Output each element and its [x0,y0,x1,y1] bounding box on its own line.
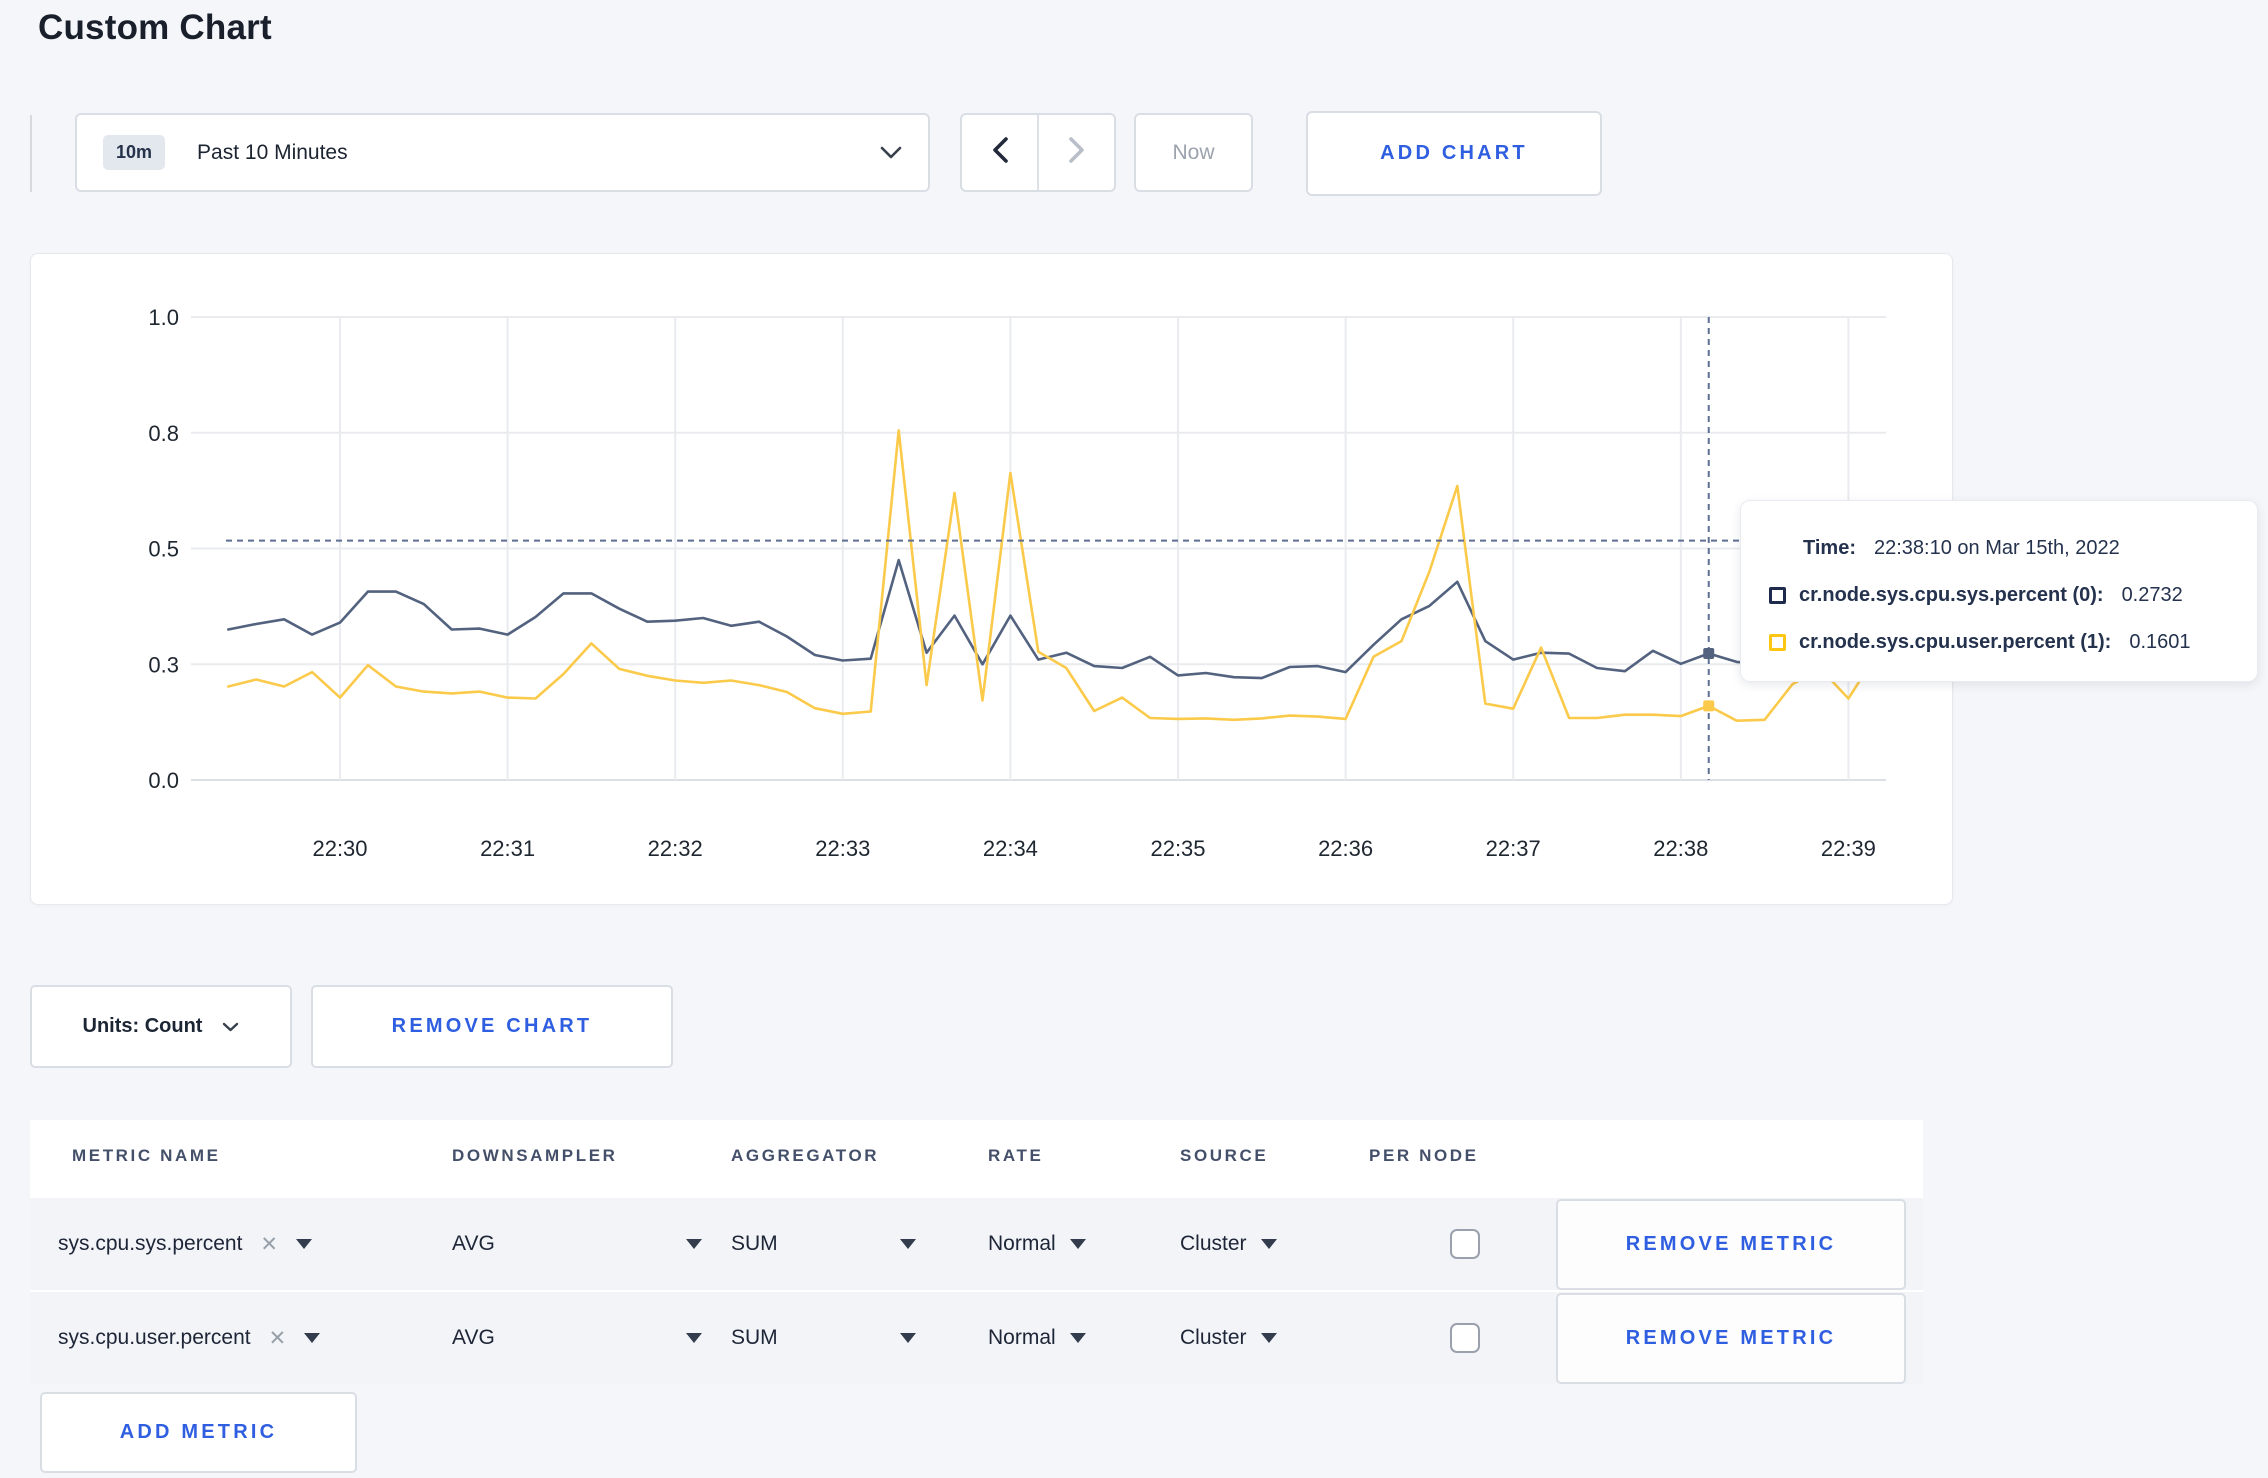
chevron-right-icon [1068,137,1085,168]
time-range-dropdown[interactable]: 10m Past 10 Minutes [75,113,930,192]
x-axis-tick-label: 22:35 [1150,836,1205,861]
dropdown-arrow-icon [1069,1333,1086,1343]
x-axis-tick-label: 22:37 [1486,836,1541,861]
chart-tooltip: Time: 22:38:10 on Mar 15th, 2022 cr.node… [1740,500,2258,682]
add-metric-button[interactable]: ADD METRIC [40,1392,357,1473]
x-axis-tick-label: 22:39 [1821,836,1876,861]
metrics-table-header: METRIC NAME DOWNSAMPLER AGGREGATOR RATE … [30,1120,1923,1196]
dropdown-arrow-icon [1260,1239,1277,1249]
toolbar-divider [30,115,32,192]
x-axis-tick-label: 22:38 [1653,836,1708,861]
units-dropdown[interactable]: Units: Count [30,985,292,1068]
x-axis-tick-label: 22:32 [648,836,703,861]
per-node-cell [1450,1198,1480,1290]
dropdown-arrow-icon [686,1333,702,1343]
metric-name-select[interactable]: sys.cpu.user.percent ✕ [58,1292,321,1384]
dropdown-arrow-icon [296,1239,313,1249]
col-header-aggregator: AGGREGATOR [731,1146,880,1165]
time-range-badge: 10m [103,135,166,170]
x-axis-tick-label: 22:36 [1318,836,1373,861]
dropdown-arrow-icon [900,1239,916,1249]
aggregator-select[interactable]: SUM [731,1292,916,1384]
user-series-swatch-icon [1769,634,1786,651]
dropdown-arrow-icon [686,1239,702,1249]
x-axis-tick-label: 22:33 [815,836,870,861]
aggregator-select[interactable]: SUM [731,1198,916,1290]
tooltip-user-series-value: 0.1601 [2129,631,2191,653]
tooltip-time-value: 22:38:10 on Mar 15th, 2022 [1873,537,2120,559]
table-row-metric-1: sys.cpu.sys.percent ✕ AVG SUM Normal Clu… [30,1196,1923,1290]
x-axis-tick-label: 22:30 [312,836,367,861]
tooltip-sys-series-value: 0.2732 [2121,584,2183,606]
tooltip-user-series-label: cr.node.sys.cpu.user.percent (1): [1799,631,2112,653]
source-select[interactable]: Cluster [1180,1198,1277,1290]
col-header-metric-name: METRIC NAME [72,1146,221,1165]
now-button[interactable]: Now [1134,113,1253,192]
dropdown-arrow-icon [1260,1333,1277,1343]
metrics-table: METRIC NAME DOWNSAMPLER AGGREGATOR RATE … [30,1120,1923,1384]
dropdown-arrow-icon [1069,1239,1086,1249]
add-chart-button[interactable]: ADD CHART [1306,111,1602,196]
col-header-source: SOURCE [1180,1146,1269,1165]
series-line [227,429,1878,723]
remove-tag-icon[interactable]: ✕ [269,1326,287,1351]
rate-select[interactable]: Normal [988,1198,1086,1290]
chevron-left-icon [992,137,1008,168]
dropdown-arrow-icon [304,1333,321,1343]
prev-time-button[interactable] [962,115,1039,190]
dropdown-arrow-icon [900,1333,916,1343]
y-axis-tick-label: 1.0 [148,305,179,330]
cpu-usage-chart[interactable]: 0.0 0.3 0.5 0.8 1.0 22:30 22:31 22:32 22:33 22:34… [31,254,1954,906]
units-label: Units: Count [82,1015,203,1037]
per-node-cell [1450,1292,1480,1384]
col-header-per-node: PER NODE [1369,1146,1479,1165]
sys-series-swatch-icon [1769,587,1786,604]
remove-metric-button[interactable]: REMOVE METRIC [1556,1293,1906,1384]
downsampler-select[interactable]: AVG [452,1292,702,1384]
col-header-rate: RATE [988,1146,1044,1165]
table-row-metric-2: sys.cpu.user.percent ✕ AVG SUM Normal Cl… [30,1290,1923,1384]
y-axis-tick-label: 0.3 [148,652,179,677]
x-axis-tick-label: 22:31 [480,836,535,861]
time-range-label: Past 10 Minutes [197,140,348,164]
y-axis-tick-label: 0.0 [148,768,179,793]
remove-tag-icon[interactable]: ✕ [260,1232,278,1257]
time-nav-group [960,113,1116,192]
col-header-downsampler: DOWNSAMPLER [452,1146,618,1165]
y-axis-tick-label: 0.8 [148,421,179,446]
per-node-checkbox[interactable] [1450,1229,1480,1259]
page-title: Custom Chart [38,8,272,47]
tooltip-time-label: Time: [1803,537,1856,559]
x-axis-tick-label: 22:34 [983,836,1038,861]
per-node-checkbox[interactable] [1450,1323,1480,1353]
y-axis-tick-label: 0.5 [148,537,179,562]
chevron-down-icon [880,146,902,159]
tooltip-sys-series-label: cr.node.sys.cpu.sys.percent (0): [1799,584,2104,606]
metric-name-select[interactable]: sys.cpu.sys.percent ✕ [58,1198,313,1290]
chart-card: 0.0 0.3 0.5 0.8 1.0 22:30 22:31 22:32 22:33 22:34… [30,253,1953,905]
rate-select[interactable]: Normal [988,1292,1086,1384]
source-select[interactable]: Cluster [1180,1292,1277,1384]
remove-metric-button[interactable]: REMOVE METRIC [1556,1199,1906,1290]
remove-chart-button[interactable]: REMOVE CHART [311,985,673,1068]
downsampler-select[interactable]: AVG [452,1198,702,1290]
chevron-down-icon [222,1022,239,1032]
next-time-button[interactable] [1039,115,1114,190]
